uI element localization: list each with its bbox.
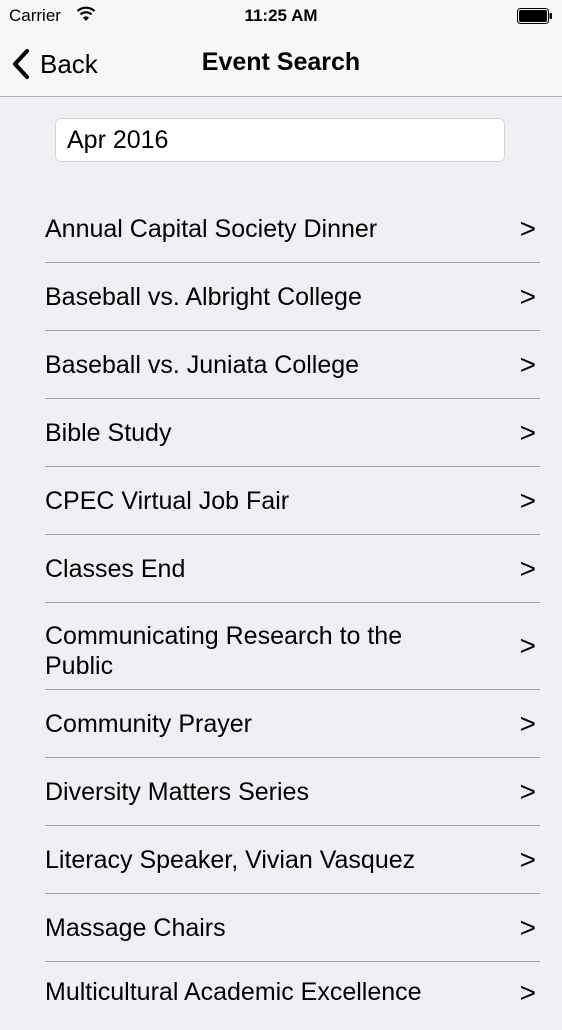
list-item[interactable]: CPEC Virtual Job Fair > <box>45 467 540 535</box>
list-item[interactable]: Bible Study > <box>45 399 540 467</box>
chevron-right-icon: > <box>519 707 536 739</box>
event-title: Communicating Research to the Public <box>45 622 403 680</box>
list-item[interactable]: Diversity Matters Series > <box>45 758 540 826</box>
chevron-right-icon: > <box>519 484 536 516</box>
month-field[interactable] <box>55 118 505 162</box>
event-title: Annual Capital Society Dinner <box>45 214 378 243</box>
event-title: Baseball vs. Juniata College <box>45 350 360 379</box>
event-title: CPEC Virtual Job Fair <box>45 486 290 515</box>
chevron-right-icon: > <box>519 212 536 244</box>
event-title: Literacy Speaker, Vivian Vasquez <box>45 845 416 874</box>
chevron-right-icon: > <box>519 630 536 661</box>
clock: 11:25 AM <box>244 6 318 25</box>
chevron-right-icon: > <box>519 843 536 875</box>
chevron-right-icon: > <box>519 977 536 1008</box>
list-item[interactable]: Literacy Speaker, Vivian Vasquez > <box>45 826 540 894</box>
list-item[interactable]: Multicultural Academic Excellence > <box>45 962 540 1030</box>
event-title: Bible Study <box>45 418 172 447</box>
battery-icon <box>517 8 552 24</box>
list-item[interactable]: Community Prayer > <box>45 690 540 758</box>
chevron-right-icon: > <box>519 775 536 807</box>
list-item[interactable]: Classes End > <box>45 535 540 603</box>
event-title: Community Prayer <box>45 709 252 738</box>
chevron-right-icon: > <box>519 348 536 380</box>
event-list: Annual Capital Society Dinner > Baseball… <box>45 195 540 1030</box>
list-item[interactable]: Baseball vs. Albright College > <box>45 263 540 331</box>
event-title: Classes End <box>45 554 186 583</box>
list-item[interactable]: Annual Capital Society Dinner > <box>45 195 540 263</box>
chevron-right-icon: > <box>519 552 536 584</box>
list-item[interactable]: Communicating Research to the Public > <box>45 603 540 690</box>
status-bar: Carrier 11:25 AM <box>0 0 562 32</box>
event-title: Massage Chairs <box>45 913 226 942</box>
navigation-bar: Back Event Search <box>0 32 562 97</box>
chevron-right-icon: > <box>519 416 536 448</box>
chevron-right-icon: > <box>519 911 536 943</box>
list-item[interactable]: Baseball vs. Juniata College > <box>45 331 540 399</box>
page-title: Event Search <box>201 48 361 76</box>
chevron-right-icon: > <box>519 280 536 312</box>
list-item[interactable]: Massage Chairs > <box>45 894 540 962</box>
event-title: Baseball vs. Albright College <box>45 282 362 311</box>
event-title: Multicultural Academic Excellence <box>45 978 422 1006</box>
event-title: Diversity Matters Series <box>45 777 309 806</box>
